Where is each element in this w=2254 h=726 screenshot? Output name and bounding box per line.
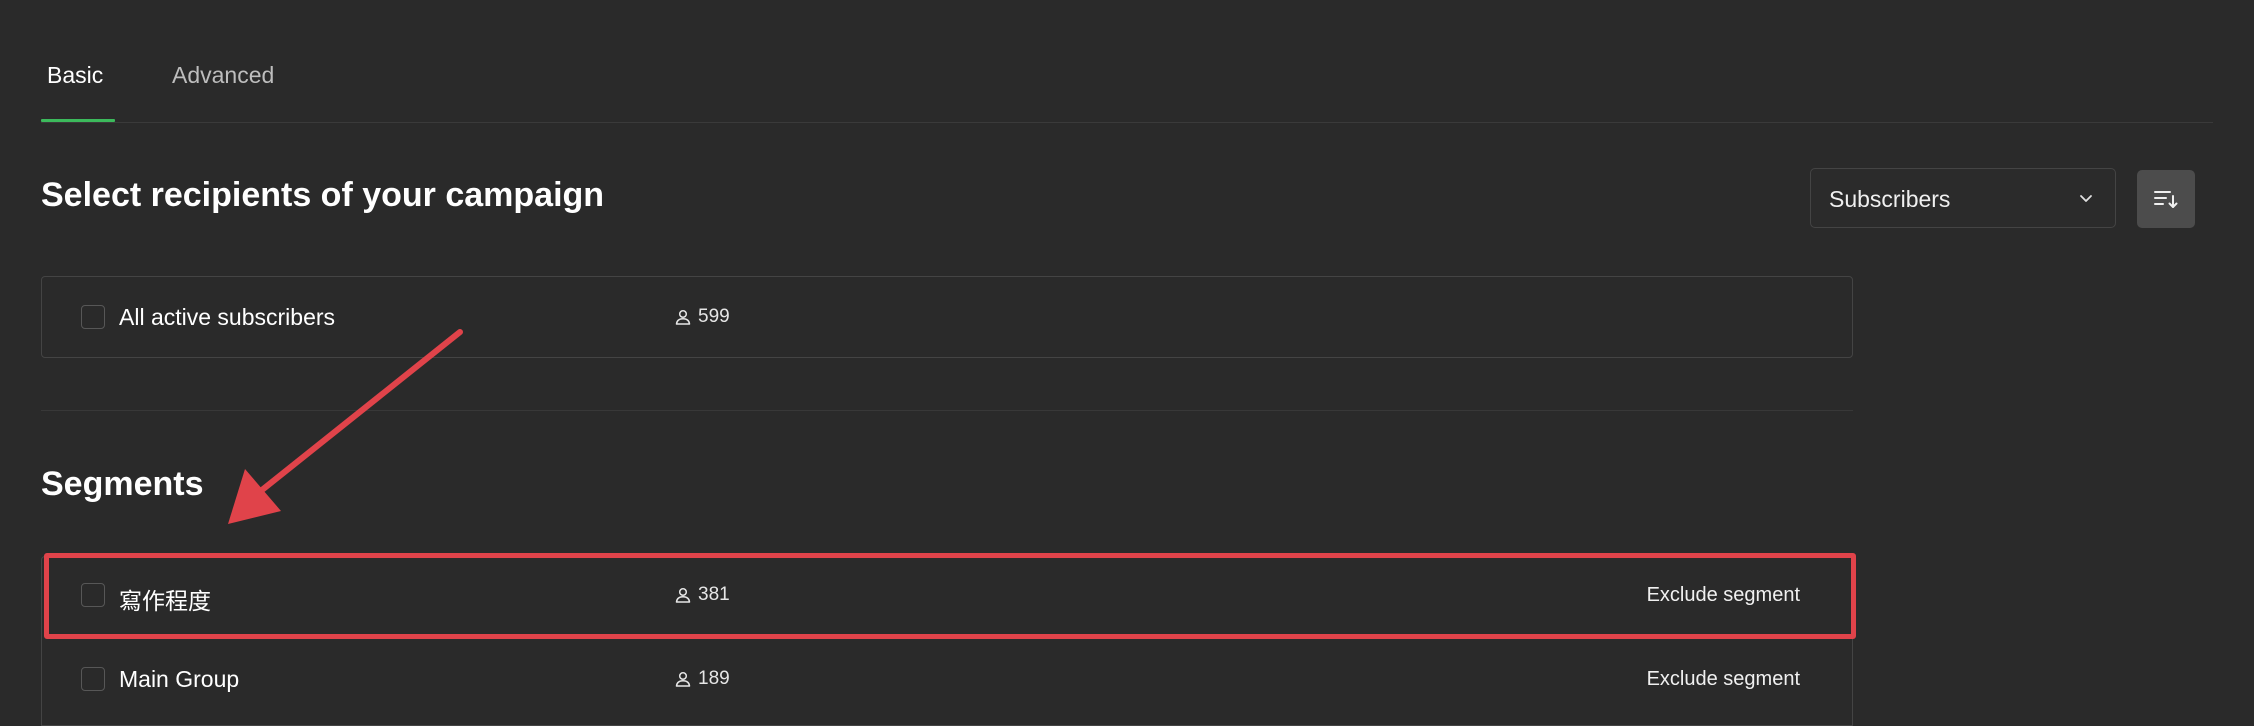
- chevron-down-icon: [2080, 195, 2092, 202]
- all-subscribers-label: All active subscribers: [119, 304, 336, 330]
- page-title: Select recipients of your campaign: [41, 176, 605, 214]
- section-divider: [41, 410, 1853, 411]
- active-tab-indicator: [41, 119, 115, 122]
- segment-count: 381: [674, 584, 730, 606]
- segment-count-value: 189: [698, 668, 730, 689]
- dropdown-selected-value: Subscribers: [1829, 186, 1951, 212]
- segment-label: 寫作程度: [119, 589, 211, 615]
- segment-label: Main Group: [119, 666, 240, 692]
- segment-checkbox[interactable]: [81, 667, 105, 691]
- sort-icon: [2154, 191, 2178, 208]
- person-icon: [675, 671, 691, 687]
- person-icon: [675, 587, 691, 603]
- exclude-segment-button[interactable]: Exclude segment: [1647, 584, 1800, 607]
- segment-count-value: 381: [698, 584, 730, 605]
- tab-advanced[interactable]: Advanced: [172, 62, 274, 89]
- all-subscribers-checkbox[interactable]: [81, 305, 105, 329]
- subscriber-count: 599: [674, 306, 730, 328]
- segment-row[interactable]: Main Group 189 Exclude segment: [41, 641, 1853, 726]
- all-subscribers-row[interactable]: All active subscribers 599: [41, 276, 1853, 358]
- subscriber-count-value: 599: [698, 306, 730, 327]
- segments-title: Segments: [41, 465, 204, 503]
- segment-checkbox[interactable]: [81, 583, 105, 607]
- sort-button[interactable]: [2137, 170, 2195, 228]
- tab-bar: Basic Advanced: [41, 0, 2213, 123]
- segment-count: 189: [674, 668, 730, 690]
- segment-row[interactable]: 寫作程度 381 Exclude segment: [41, 556, 1853, 642]
- exclude-segment-button[interactable]: Exclude segment: [1647, 668, 1800, 691]
- tab-basic[interactable]: Basic: [47, 62, 103, 89]
- recipient-type-dropdown[interactable]: Subscribers: [1810, 168, 2116, 228]
- person-icon: [675, 309, 691, 325]
